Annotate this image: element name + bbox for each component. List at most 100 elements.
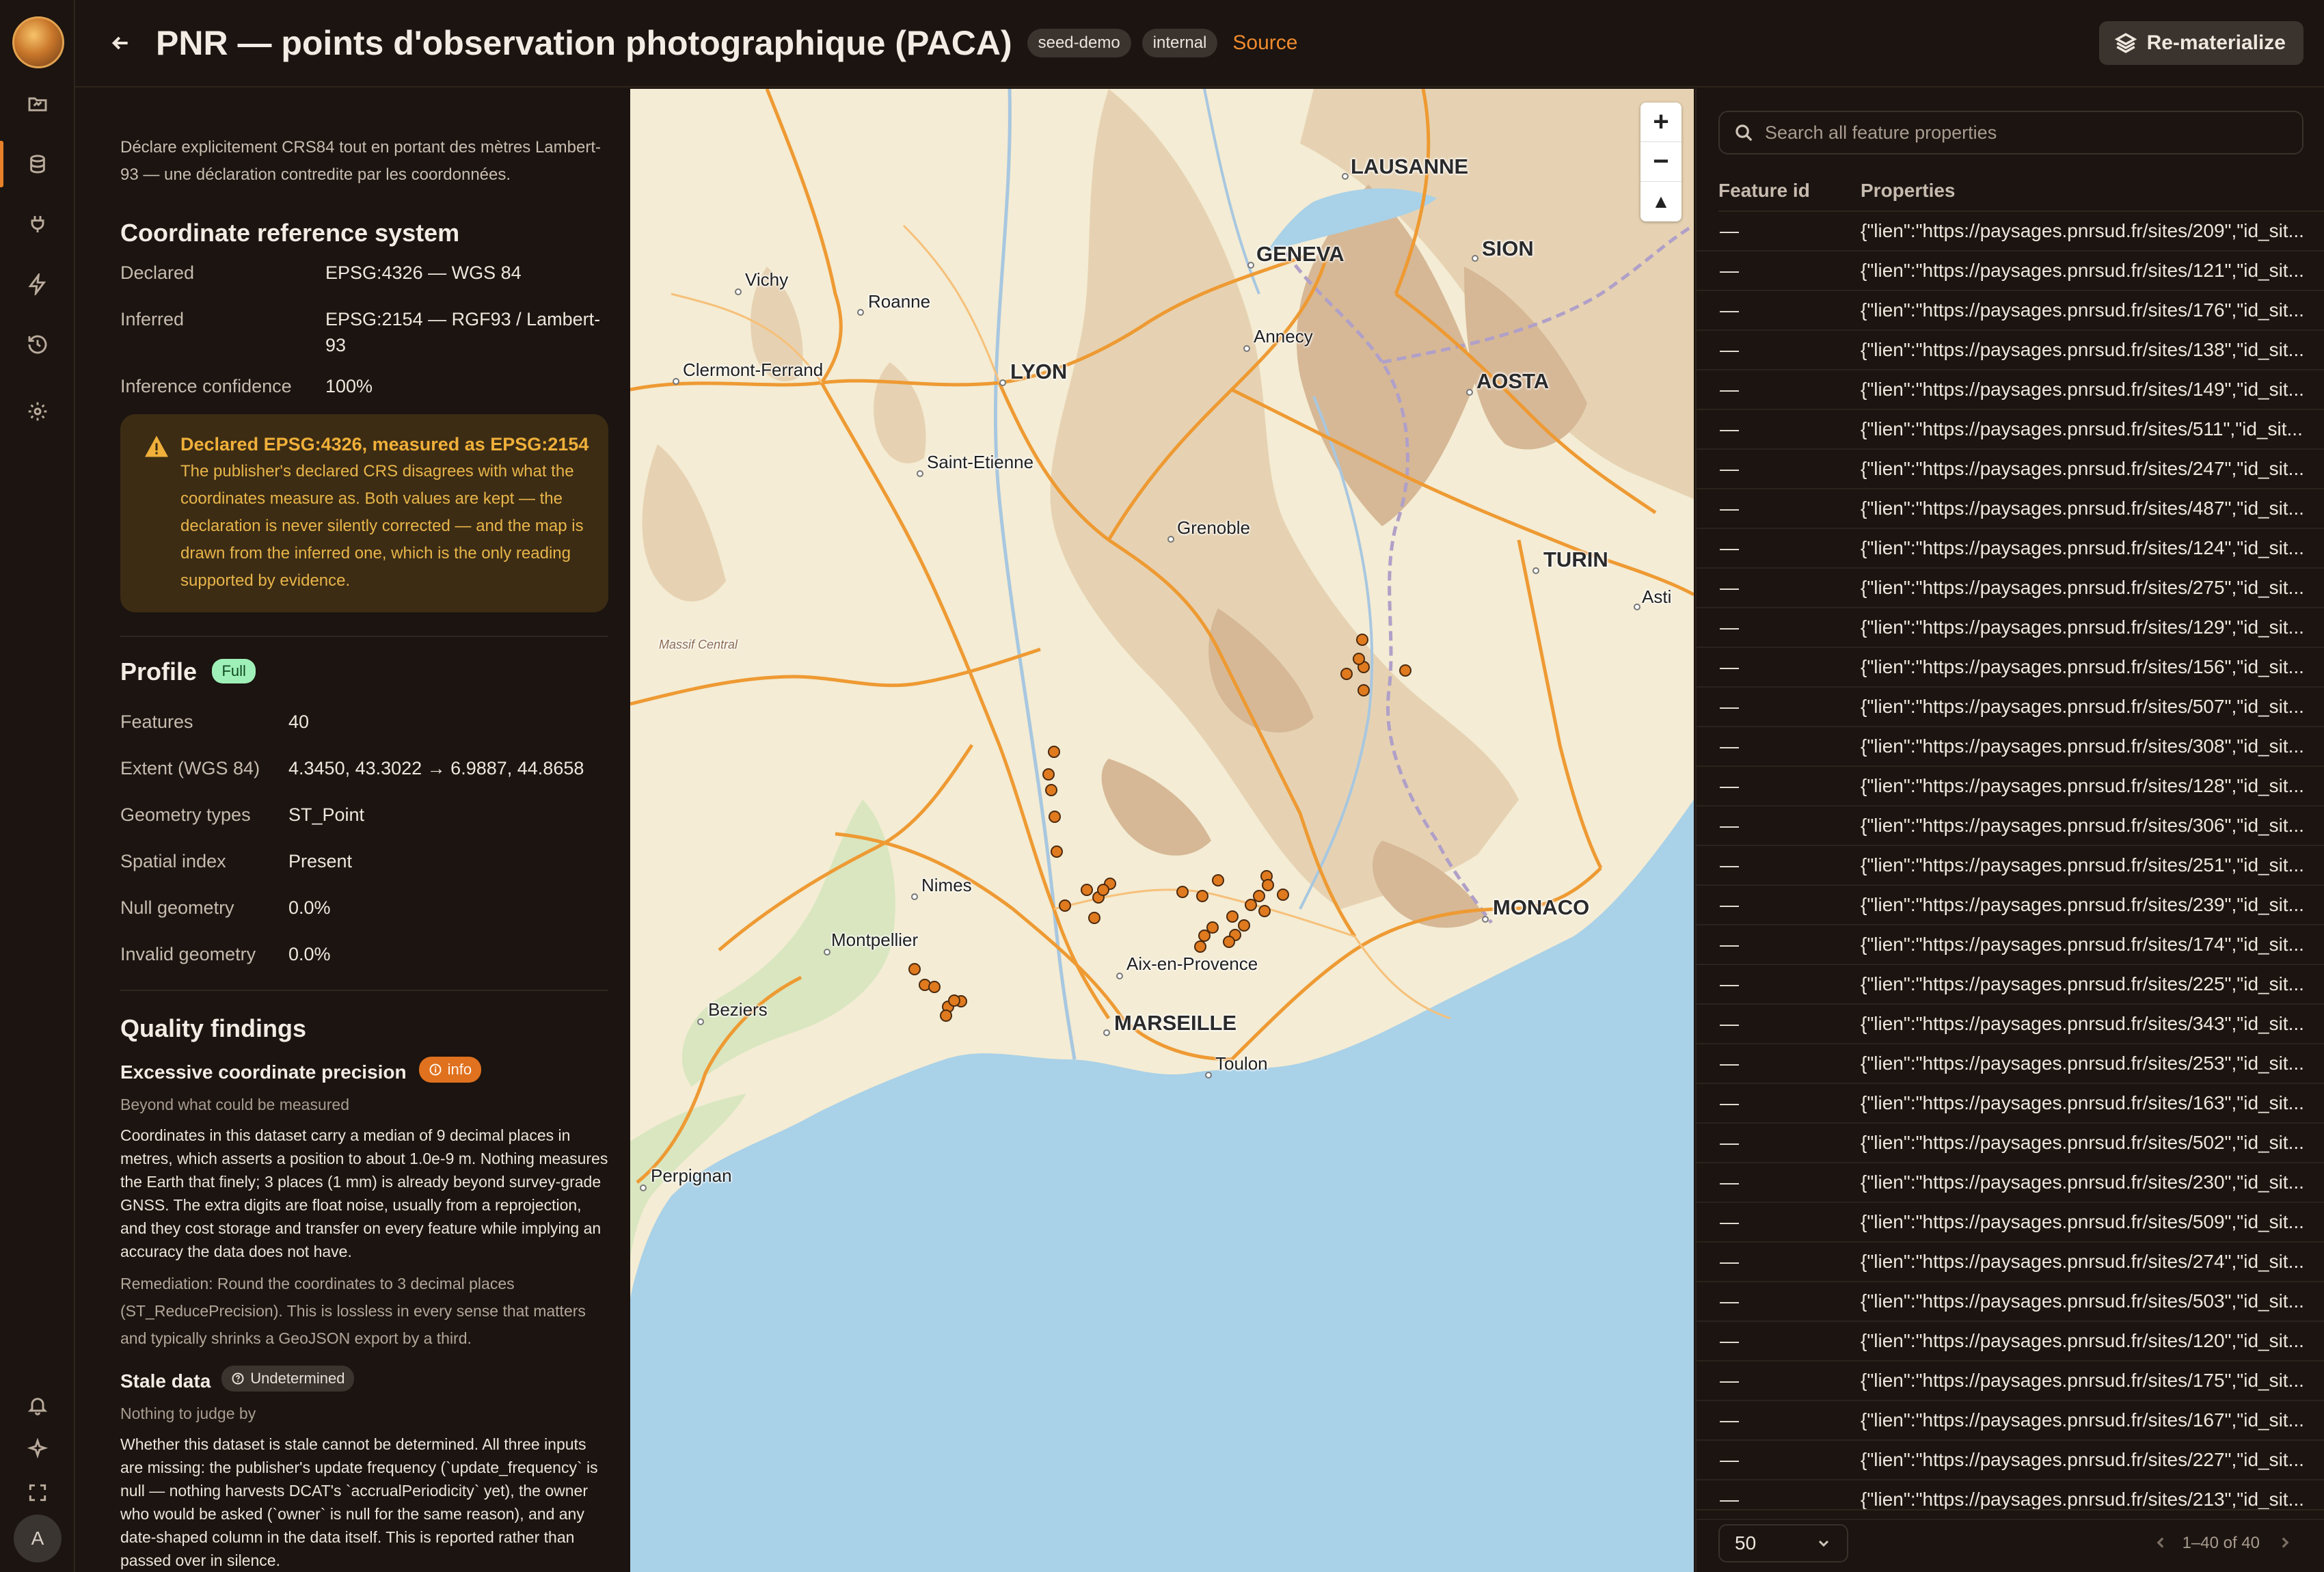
table-footer: 50 1–40 of 40: [1697, 1509, 2324, 1572]
source-link[interactable]: Source: [1232, 31, 1297, 55]
table-row[interactable]: — {"lien":"https://paysages.pnrsud.fr/sit…: [1697, 1044, 2324, 1084]
observation-point-marker[interactable]: [1212, 874, 1224, 886]
observation-point-marker[interactable]: [1340, 668, 1353, 680]
info-icon: [429, 1063, 442, 1076]
feature-search[interactable]: [1718, 111, 2303, 154]
table-row[interactable]: — {"lien":"https://paysages.pnrsud.fr/sit…: [1697, 1322, 2324, 1361]
city-dot: [1532, 567, 1539, 574]
properties-cell: {"lien":"https://paysages.pnrsud.fr/site…: [1861, 1330, 2304, 1351]
table-row[interactable]: — {"lien":"https://paysages.pnrsud.fr/sit…: [1697, 410, 2324, 450]
observation-point-marker[interactable]: [1048, 746, 1060, 758]
table-row[interactable]: — {"lien":"https://paysages.pnrsud.fr/sit…: [1697, 727, 2324, 767]
table-row[interactable]: — {"lien":"https://paysages.pnrsud.fr/sit…: [1697, 846, 2324, 886]
plug-icon[interactable]: [0, 194, 75, 254]
observation-point-marker[interactable]: [1238, 919, 1250, 932]
observation-point-marker[interactable]: [1399, 664, 1411, 677]
observation-point-marker[interactable]: [948, 994, 960, 1007]
rematerialize-button[interactable]: Re-materialize: [2098, 21, 2303, 65]
observation-point-marker[interactable]: [1194, 940, 1206, 953]
observation-point-marker[interactable]: [1176, 886, 1189, 898]
table-row[interactable]: — {"lien":"https://paysages.pnrsud.fr/sit…: [1697, 569, 2324, 608]
table-row[interactable]: — {"lien":"https://paysages.pnrsud.fr/sit…: [1697, 291, 2324, 331]
table-row[interactable]: — {"lien":"https://paysages.pnrsud.fr/sit…: [1697, 1005, 2324, 1044]
table-row[interactable]: — {"lien":"https://paysages.pnrsud.fr/sit…: [1697, 925, 2324, 965]
observation-point-marker[interactable]: [1081, 884, 1093, 896]
table-row[interactable]: — {"lien":"https://paysages.pnrsud.fr/sit…: [1697, 1243, 2324, 1282]
table-row[interactable]: — {"lien":"https://paysages.pnrsud.fr/sit…: [1697, 1361, 2324, 1401]
observation-point-marker[interactable]: [1223, 936, 1235, 948]
table-row[interactable]: — {"lien":"https://paysages.pnrsud.fr/sit…: [1697, 1441, 2324, 1480]
column-header-feature-id[interactable]: Feature id: [1718, 180, 1861, 202]
observation-point-marker[interactable]: [1262, 879, 1274, 891]
table-row[interactable]: — {"lien":"https://paysages.pnrsud.fr/sit…: [1697, 608, 2324, 648]
observation-point-marker[interactable]: [1088, 912, 1100, 924]
avatar[interactable]: A: [14, 1515, 62, 1562]
table-row[interactable]: — {"lien":"https://paysages.pnrsud.fr/sit…: [1697, 767, 2324, 807]
back-arrow-icon[interactable]: [103, 25, 138, 61]
observation-point-marker[interactable]: [1049, 811, 1061, 823]
warning-title: Declared EPSG:4326, measured as EPSG:215…: [180, 434, 589, 455]
page-size-select[interactable]: 50: [1718, 1524, 1848, 1562]
observation-point-marker[interactable]: [1245, 899, 1257, 911]
table-row[interactable]: — {"lien":"https://paysages.pnrsud.fr/sit…: [1697, 1163, 2324, 1203]
city-dot: [1103, 1029, 1110, 1036]
table-row[interactable]: — {"lien":"https://paysages.pnrsud.fr/sit…: [1697, 965, 2324, 1005]
properties-cell: {"lien":"https://paysages.pnrsud.fr/site…: [1861, 1449, 2304, 1470]
observation-point-marker[interactable]: [1277, 889, 1289, 901]
map-label-clermont-ferrand: Clermont-Ferrand: [683, 360, 824, 380]
observation-point-marker[interactable]: [1258, 905, 1271, 917]
table-row[interactable]: — {"lien":"https://paysages.pnrsud.fr/sit…: [1697, 1401, 2324, 1441]
table-row[interactable]: — {"lien":"https://paysages.pnrsud.fr/sit…: [1697, 886, 2324, 925]
observation-point-marker[interactable]: [1253, 890, 1265, 902]
observation-point-marker[interactable]: [1097, 884, 1109, 896]
profile-label: Geometry types: [120, 804, 251, 825]
observation-point-marker[interactable]: [1356, 634, 1368, 646]
table-row[interactable]: — {"lien":"https://paysages.pnrsud.fr/sit…: [1697, 529, 2324, 569]
observation-markers[interactable]: [630, 89, 1694, 1572]
table-row[interactable]: — {"lien":"https://paysages.pnrsud.fr/sit…: [1697, 489, 2324, 529]
search-input[interactable]: [1765, 113, 2302, 152]
city-dot: [1167, 536, 1174, 543]
observation-point-marker[interactable]: [1045, 784, 1057, 796]
table-row[interactable]: — {"lien":"https://paysages.pnrsud.fr/sit…: [1697, 807, 2324, 846]
table-row[interactable]: — {"lien":"https://paysages.pnrsud.fr/sit…: [1697, 1124, 2324, 1163]
fullscreen-icon[interactable]: [0, 1463, 75, 1523]
observation-point-marker[interactable]: [1198, 930, 1211, 942]
observation-point-marker[interactable]: [1042, 768, 1055, 781]
table-row[interactable]: — {"lien":"https://paysages.pnrsud.fr/sit…: [1697, 212, 2324, 252]
table-row[interactable]: — {"lien":"https://paysages.pnrsud.fr/sit…: [1697, 1203, 2324, 1243]
observation-point-marker[interactable]: [1196, 890, 1208, 902]
observation-point-marker[interactable]: [1051, 845, 1063, 858]
profile-label: Null geometry: [120, 897, 234, 918]
observation-point-marker[interactable]: [1226, 910, 1239, 923]
table-row[interactable]: — {"lien":"https://paysages.pnrsud.fr/sit…: [1697, 252, 2324, 291]
table-row[interactable]: — {"lien":"https://paysages.pnrsud.fr/sit…: [1697, 648, 2324, 688]
folder-icon[interactable]: [0, 74, 75, 134]
observation-point-marker[interactable]: [940, 1009, 952, 1022]
bolt-icon[interactable]: [0, 254, 75, 314]
observation-point-marker[interactable]: [1206, 921, 1219, 934]
previous-page-button[interactable]: [2152, 1534, 2170, 1551]
properties-cell: {"lien":"https://paysages.pnrsud.fr/site…: [1861, 220, 2304, 241]
observation-point-marker[interactable]: [908, 963, 921, 975]
table-row[interactable]: — {"lien":"https://paysages.pnrsud.fr/sit…: [1697, 370, 2324, 410]
table-row[interactable]: — {"lien":"https://paysages.pnrsud.fr/sit…: [1697, 688, 2324, 727]
observation-point-marker[interactable]: [928, 981, 941, 993]
settings-icon[interactable]: [0, 381, 75, 442]
observation-point-marker[interactable]: [1357, 684, 1370, 696]
table-row[interactable]: — {"lien":"https://paysages.pnrsud.fr/sit…: [1697, 450, 2324, 489]
database-icon[interactable]: [0, 134, 75, 194]
table-row[interactable]: — {"lien":"https://paysages.pnrsud.fr/sit…: [1697, 331, 2324, 370]
zoom-out-button[interactable]: −: [1640, 142, 1681, 182]
zoom-in-button[interactable]: +: [1640, 103, 1681, 142]
table-row[interactable]: — {"lien":"https://paysages.pnrsud.fr/sit…: [1697, 1084, 2324, 1124]
observation-point-marker[interactable]: [1353, 653, 1365, 665]
observation-point-marker[interactable]: [1059, 899, 1071, 912]
app-logo[interactable]: [12, 16, 64, 68]
map-view[interactable]: LAUSANNE GENEVA SION Vichy Roanne Annecy…: [630, 89, 1694, 1572]
reset-north-button[interactable]: ▲: [1640, 182, 1681, 221]
column-header-properties[interactable]: Properties: [1861, 180, 1956, 202]
next-page-button[interactable]: [2276, 1534, 2294, 1551]
history-icon[interactable]: [0, 314, 75, 375]
table-row[interactable]: — {"lien":"https://paysages.pnrsud.fr/sit…: [1697, 1282, 2324, 1322]
